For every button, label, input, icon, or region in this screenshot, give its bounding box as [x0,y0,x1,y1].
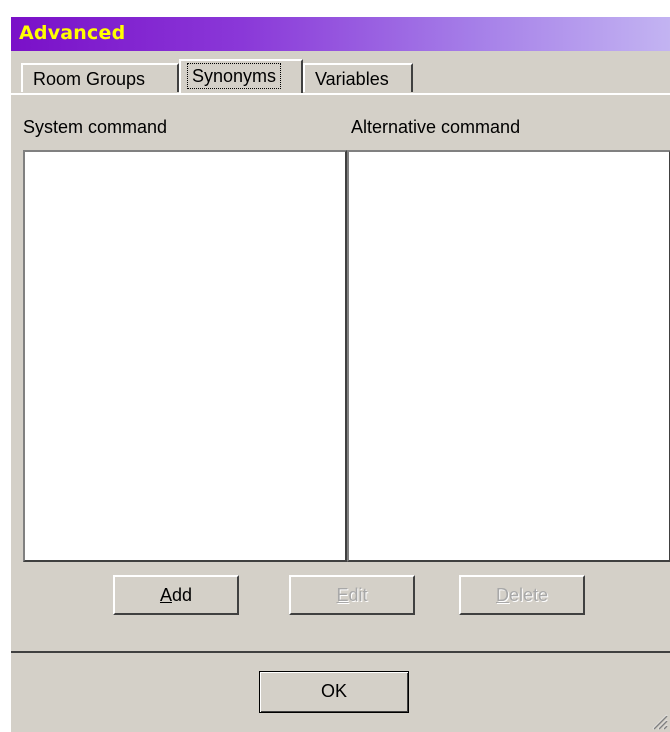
alternative-command-label: Alternative command [351,117,521,137]
tab-variables[interactable]: Variables [303,63,413,92]
tab-room-groups-label: Room Groups [33,69,146,89]
system-command-label: System command [23,117,168,137]
delete-button-label: elete [508,585,549,605]
tab-strip: Room Groups Synonyms Variables [11,53,670,93]
add-button[interactable]: Add [113,575,239,615]
size-grip-icon[interactable] [650,712,668,730]
system-command-list[interactable] [23,150,347,562]
tab-synonyms-label: Synonyms [187,63,282,89]
title-bar[interactable]: Advanced [11,17,670,51]
edit-button-label: dit [348,585,368,605]
add-button-label: dd [171,585,193,605]
tab-variables-label: Variables [315,69,389,89]
tab-room-groups[interactable]: Room Groups [21,63,179,92]
ok-button[interactable]: OK [259,671,409,713]
window-title: Advanced [19,22,126,44]
add-button-mnemonic: A [159,585,172,605]
edit-button[interactable]: Edit [289,575,415,615]
alternative-command-list[interactable] [347,150,670,562]
edit-button-mnemonic: E [336,585,349,605]
ok-button-label: OK [320,681,347,701]
advanced-dialog: Advanced Room Groups Synonyms Variables … [10,16,670,732]
delete-button[interactable]: Delete [459,575,585,615]
tab-synonyms[interactable]: Synonyms [179,59,303,93]
delete-button-mnemonic: D [495,585,509,605]
